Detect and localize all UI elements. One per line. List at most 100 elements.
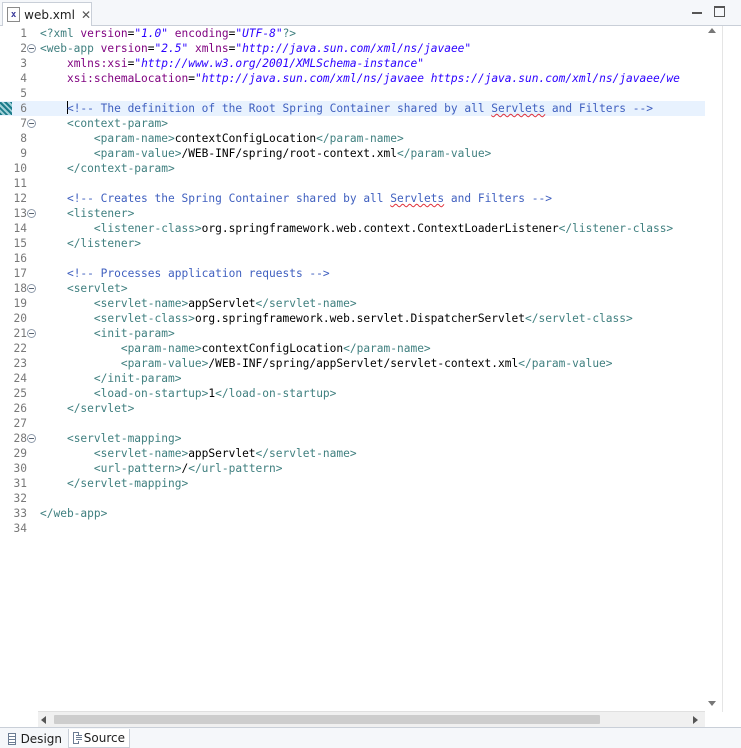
fold-collapse-icon[interactable]: [27, 209, 36, 218]
fold-collapse-icon[interactable]: [27, 329, 36, 338]
code-line[interactable]: 7 <context-param>: [0, 116, 705, 131]
code-line[interactable]: 30 <url-pattern>/</url-pattern>: [0, 461, 705, 476]
code-text: </servlet>: [40, 401, 134, 416]
fold-collapse-icon[interactable]: [27, 434, 36, 443]
code-line[interactable]: 19 <servlet-name>appServlet</servlet-nam…: [0, 296, 705, 311]
editor-tab-web-xml[interactable]: x web.xml ✕: [2, 2, 92, 26]
code-line[interactable]: 18 <servlet>: [0, 281, 705, 296]
code-token: =: [147, 42, 155, 55]
code-token: "http://www.w3.org/2001/XMLSchema-instan…: [134, 57, 424, 70]
code-token: "UTF-8": [235, 27, 283, 40]
code-line[interactable]: 12 <!-- Creates the Spring Container sha…: [0, 191, 705, 206]
fold-collapse-icon[interactable]: [27, 44, 36, 53]
line-number: 20: [13, 312, 27, 325]
code-line[interactable]: 34: [0, 521, 705, 536]
code-line[interactable]: 28 <servlet-mapping>: [0, 431, 705, 446]
code-token: <servlet-mapping>: [66, 432, 182, 445]
code-token: xmlns: [194, 42, 229, 55]
code-line[interactable]: 14 <listener-class>org.springframework.w…: [0, 221, 705, 236]
code-line[interactable]: 22 <param-name>contextConfigLocation</pa…: [0, 341, 705, 356]
code-token: </load-on-startup>: [215, 387, 337, 400]
code-line[interactable]: 17 <!-- Processes application requests -…: [0, 266, 705, 281]
code-line[interactable]: 29 <servlet-name>appServlet</servlet-nam…: [0, 446, 705, 461]
horizontal-scrollbar[interactable]: [38, 711, 705, 727]
line-number: 12: [13, 192, 27, 205]
code-line[interactable]: 11: [0, 176, 705, 191]
code-line[interactable]: 6 <!-- The definition of the Root Spring…: [0, 101, 705, 116]
code-token: and Filters -->: [545, 102, 653, 115]
code-text: </listener>: [40, 236, 141, 251]
code-line[interactable]: 23 <param-value>/WEB-INF/spring/appServl…: [0, 356, 705, 371]
code-text: </web-app>: [40, 506, 107, 521]
line-number: 34: [13, 522, 27, 535]
code-token: </init-param>: [93, 372, 182, 385]
code-area[interactable]: 1 <?xml version="1.0" encoding="UTF-8"?> 2…: [0, 26, 705, 712]
code-line[interactable]: 26 </servlet>: [0, 401, 705, 416]
code-text: <servlet>: [40, 281, 128, 296]
code-token: <?xml: [40, 27, 81, 40]
code-line[interactable]: 31 </servlet-mapping>: [0, 476, 705, 491]
close-icon[interactable]: ✕: [81, 9, 91, 21]
code-line[interactable]: 20 <servlet-class>org.springframework.we…: [0, 311, 705, 326]
code-line[interactable]: 10 </context-param>: [0, 161, 705, 176]
code-line[interactable]: 5: [0, 86, 705, 101]
code-token: xsi:schemaLocation: [66, 72, 189, 85]
code-line[interactable]: 21 <init-param>: [0, 326, 705, 341]
tab-design[interactable]: Design: [4, 729, 66, 748]
vertical-scrollbar[interactable]: [705, 26, 722, 712]
code-token: version: [100, 42, 148, 55]
fold-collapse-icon[interactable]: [27, 119, 36, 128]
maximize-icon[interactable]: [712, 4, 726, 18]
code-line[interactable]: 33 </web-app>: [0, 506, 705, 521]
code-token: </param-value>: [397, 147, 492, 160]
code-line[interactable]: 8 <param-name>contextConfigLocation</par…: [0, 131, 705, 146]
code-line[interactable]: 32: [0, 491, 705, 506]
minimize-icon[interactable]: [690, 4, 704, 18]
code-line[interactable]: 25 <load-on-startup>1</load-on-startup>: [0, 386, 705, 401]
code-token: </servlet-name>: [255, 447, 357, 460]
scroll-up-arrow-icon[interactable]: [708, 28, 716, 33]
code-line[interactable]: 27: [0, 416, 705, 431]
source-editor[interactable]: 1 <?xml version="1.0" encoding="UTF-8"?> 2…: [0, 26, 741, 712]
code-token: /WEB-INF/spring/root-context.xml: [181, 147, 397, 160]
code-token: "http://java.sun.com/xml/ns/javaee": [235, 42, 472, 55]
line-number: 6: [20, 102, 27, 115]
line-number: 24: [13, 372, 27, 385]
code-line[interactable]: 4 xsi:schemaLocation="http://java.sun.co…: [0, 71, 705, 86]
code-line[interactable]: 13 <listener>: [0, 206, 705, 221]
scroll-down-arrow-icon[interactable]: [708, 701, 716, 706]
code-token: </servlet-mapping>: [66, 477, 189, 490]
horizontal-scroll-thumb[interactable]: [54, 715, 600, 724]
code-text: <context-param>: [40, 116, 168, 131]
code-line[interactable]: 16: [0, 251, 705, 266]
code-text: <servlet-class>org.springframework.web.s…: [40, 311, 633, 326]
code-token: </servlet>: [66, 402, 135, 415]
scroll-left-arrow-icon[interactable]: [41, 716, 46, 724]
code-line[interactable]: 9 <param-value>/WEB-INF/spring/root-cont…: [0, 146, 705, 161]
code-line[interactable]: 15 </listener>: [0, 236, 705, 251]
code-line[interactable]: 24 </init-param>: [0, 371, 705, 386]
line-number: 21: [13, 327, 27, 340]
scroll-right-arrow-icon[interactable]: [693, 716, 698, 724]
code-line[interactable]: 2 <web-app version="2.5" xmlns="http://ja…: [0, 41, 705, 56]
code-text: xmlns:xsi="http://www.w3.org/2001/XMLSch…: [40, 56, 424, 71]
fold-collapse-icon[interactable]: [27, 284, 36, 293]
tab-source[interactable]: Source: [68, 729, 130, 748]
line-number: 8: [20, 132, 27, 145]
code-text: <listener-class>org.springframework.web.…: [40, 221, 673, 236]
overview-ruler[interactable]: [722, 26, 739, 712]
code-text: <listener>: [40, 206, 134, 221]
code-line[interactable]: 3 xmlns:xsi="http://www.w3.org/2001/XMLS…: [0, 56, 705, 71]
code-line[interactable]: 1 <?xml version="1.0" encoding="UTF-8"?>: [0, 26, 705, 41]
code-token: <init-param>: [93, 327, 175, 340]
code-token: </context-param>: [66, 162, 175, 175]
